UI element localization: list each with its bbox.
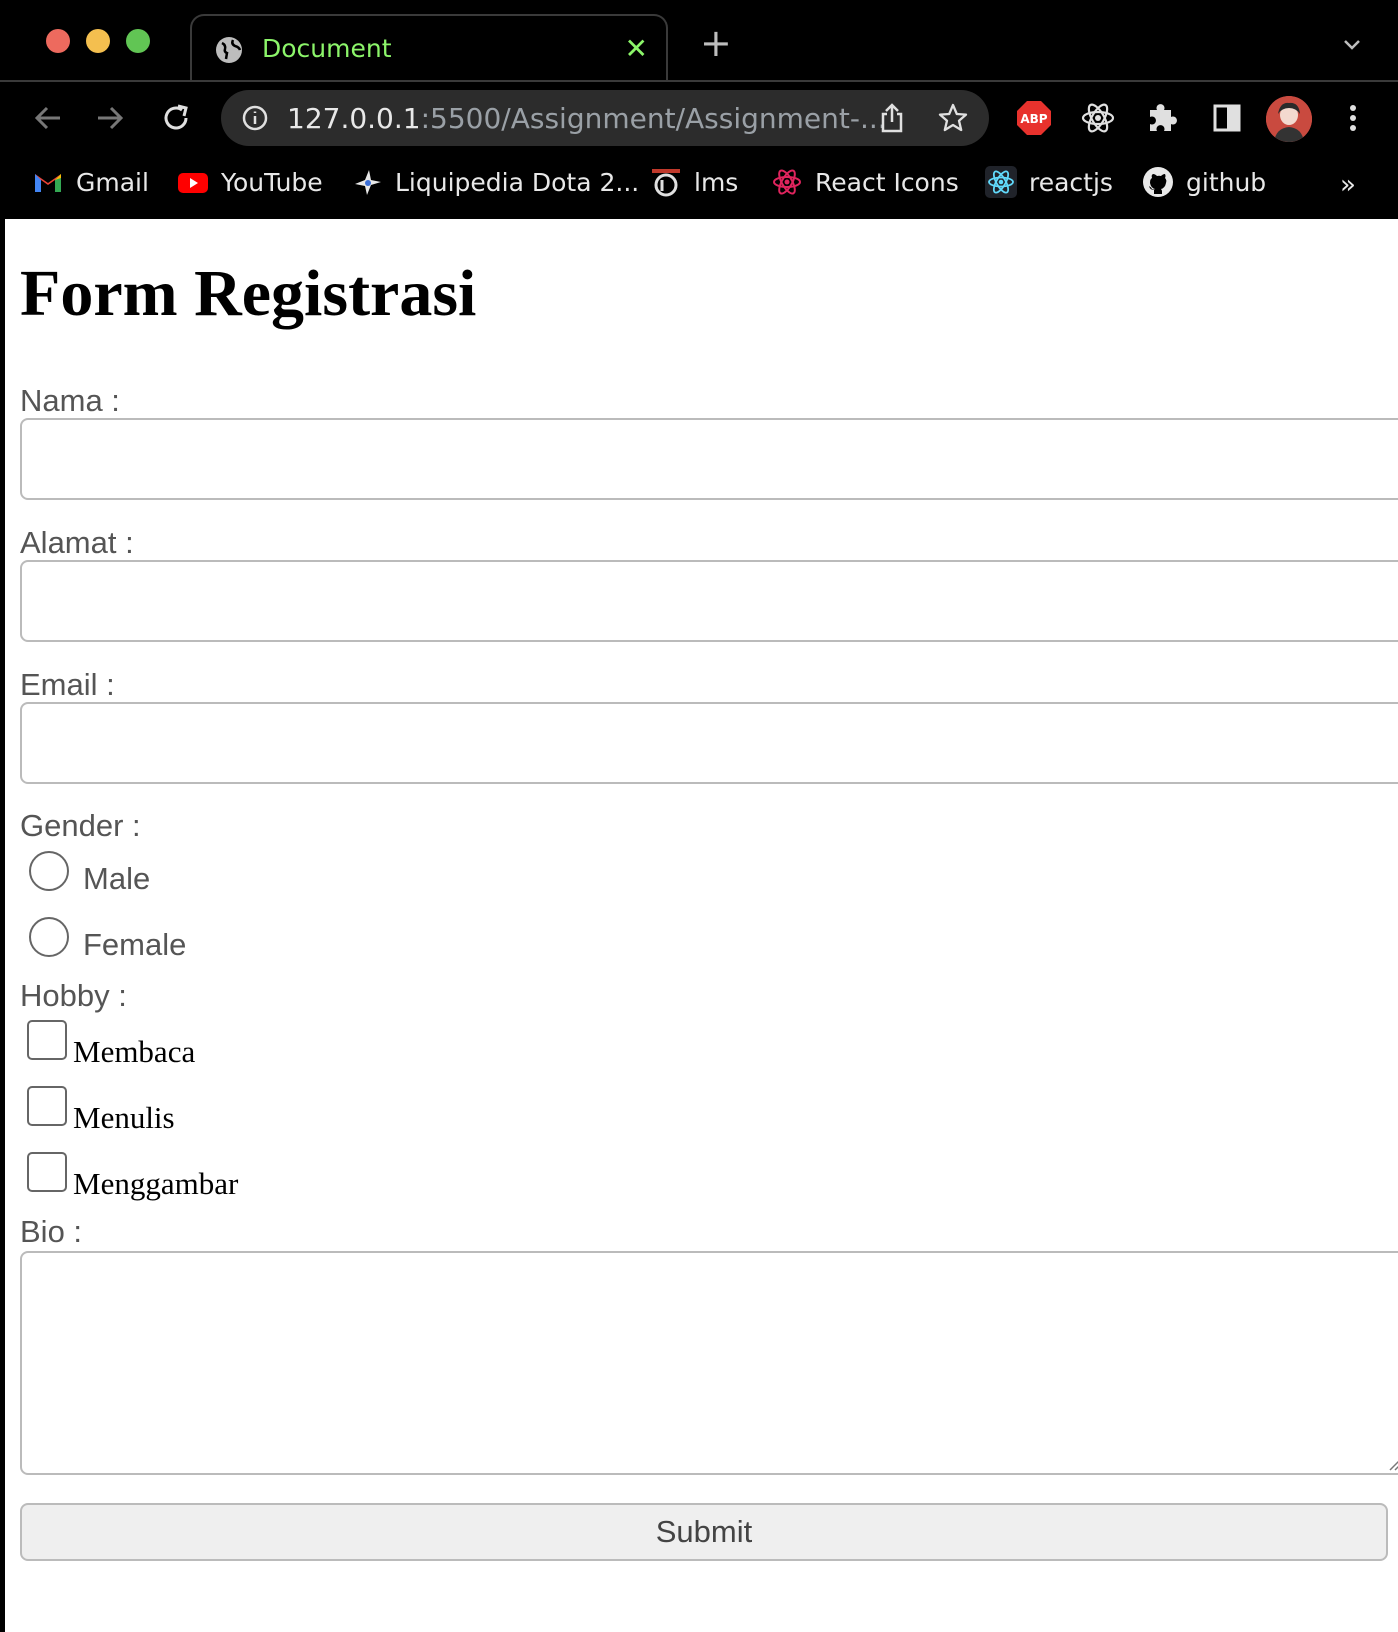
share-icon[interactable] [877,102,907,134]
chevron-down-icon[interactable] [1342,34,1362,54]
menggambar-checkbox-label: Menggambar [73,1166,239,1201]
bookmark-youtube[interactable]: YouTube [177,166,323,198]
bookmarks-bar: Gmail YouTube Liquipedia Dota 2... lms R… [0,160,1398,210]
youtube-icon [178,173,208,193]
adblock-plus-icon[interactable]: ABP [1014,98,1054,138]
menulis-checkbox[interactable] [27,1086,67,1126]
bookmark-label: React Icons [815,167,959,197]
submit-button[interactable]: Submit [20,1503,1388,1561]
info-icon[interactable] [241,104,269,132]
nama-label: Nama : [20,383,120,418]
avatar-icon [1266,96,1312,142]
url-path: :5500/Assignment/Assignment-... [420,102,887,135]
minimize-window-button[interactable] [86,29,110,53]
bookmark-github[interactable]: github [1142,166,1266,198]
email-label: Email : [20,667,115,702]
close-window-button[interactable] [46,29,70,53]
page-title: Form Registrasi [20,257,477,330]
bookmark-liquipedia[interactable]: Liquipedia Dota 2... [351,166,639,198]
react-icon [985,166,1017,198]
gender-option-female[interactable]: Female [29,917,186,962]
bookmark-reactjs[interactable]: reactjs [985,166,1113,198]
gmail-icon [35,174,61,192]
bookmark-label: YouTube [221,167,323,197]
resize-grip-icon[interactable] [1388,1457,1398,1471]
address-bar[interactable]: 127.0.0.1:5500/Assignment/Assignment-... [221,90,989,146]
react-devtools-icon[interactable] [1078,98,1118,138]
liquipedia-icon [355,170,381,195]
new-tab-button[interactable]: + [700,24,732,62]
github-icon [1143,167,1173,197]
bio-label: Bio : [20,1214,83,1249]
star-icon[interactable] [937,102,969,134]
tab-title: Document [262,34,392,63]
female-radio-label: Female [83,927,187,962]
alamat-label: Alamat : [20,525,134,560]
membaca-checkbox-label: Membaca [73,1034,196,1069]
bookmark-label: github [1186,167,1267,197]
more-options-icon[interactable] [1338,98,1368,138]
bookmark-label: Gmail [76,167,149,197]
email-input[interactable] [20,702,1398,784]
divider [0,80,1398,82]
female-radio[interactable] [29,917,69,957]
lms-icon [652,169,680,197]
bookmark-label: reactjs [1029,167,1113,197]
tab-document[interactable]: Document ✕ [190,14,668,82]
url-host: 127.0.0.1 [287,102,421,135]
react-icons-icon [773,169,801,195]
bookmark-react-icons[interactable]: React Icons [771,166,959,198]
back-arrow-icon[interactable] [30,100,66,136]
bookmarks-overflow-button[interactable]: » [1340,170,1356,200]
reload-icon[interactable] [158,100,194,136]
abp-text: ABP [1020,112,1047,126]
hobby-label: Hobby : [20,978,127,1013]
bookmark-label: lms [694,167,739,197]
menulis-checkbox-label: Menulis [73,1100,175,1135]
bookmark-label: Liquipedia Dota 2... [395,167,640,197]
browser-chrome: Document ✕ + 127.0.0.1:5500/Assignment/A… [0,0,1398,219]
hobby-option-menulis[interactable]: Menulis [27,1086,175,1135]
membaca-checkbox[interactable] [27,1020,67,1060]
gender-label: Gender : [20,808,141,843]
gender-option-male[interactable]: Male [29,851,150,896]
bookmark-gmail[interactable]: Gmail [32,166,149,198]
male-radio[interactable] [29,851,69,891]
profile-avatar[interactable] [1266,96,1312,142]
tab-close-icon[interactable]: ✕ [625,32,648,65]
alamat-input[interactable] [20,560,1398,642]
side-panel-icon[interactable] [1207,98,1247,138]
male-radio-label: Male [83,861,151,896]
extensions-puzzle-icon[interactable] [1142,98,1182,138]
hobby-option-membaca[interactable]: Membaca [27,1020,195,1069]
hobby-option-menggambar[interactable]: Menggambar [27,1152,238,1201]
nama-input[interactable] [20,418,1398,500]
globe-icon [216,37,242,63]
forward-arrow-icon[interactable] [92,100,128,136]
page-content: Form Registrasi Nama : Alamat : Email : … [5,219,1398,1632]
bio-textarea[interactable] [20,1251,1398,1475]
bookmark-lms[interactable]: lms [650,166,738,198]
url-text[interactable]: 127.0.0.1:5500/Assignment/Assignment-... [287,102,887,135]
zoom-window-button[interactable] [126,29,150,53]
menggambar-checkbox[interactable] [27,1152,67,1192]
